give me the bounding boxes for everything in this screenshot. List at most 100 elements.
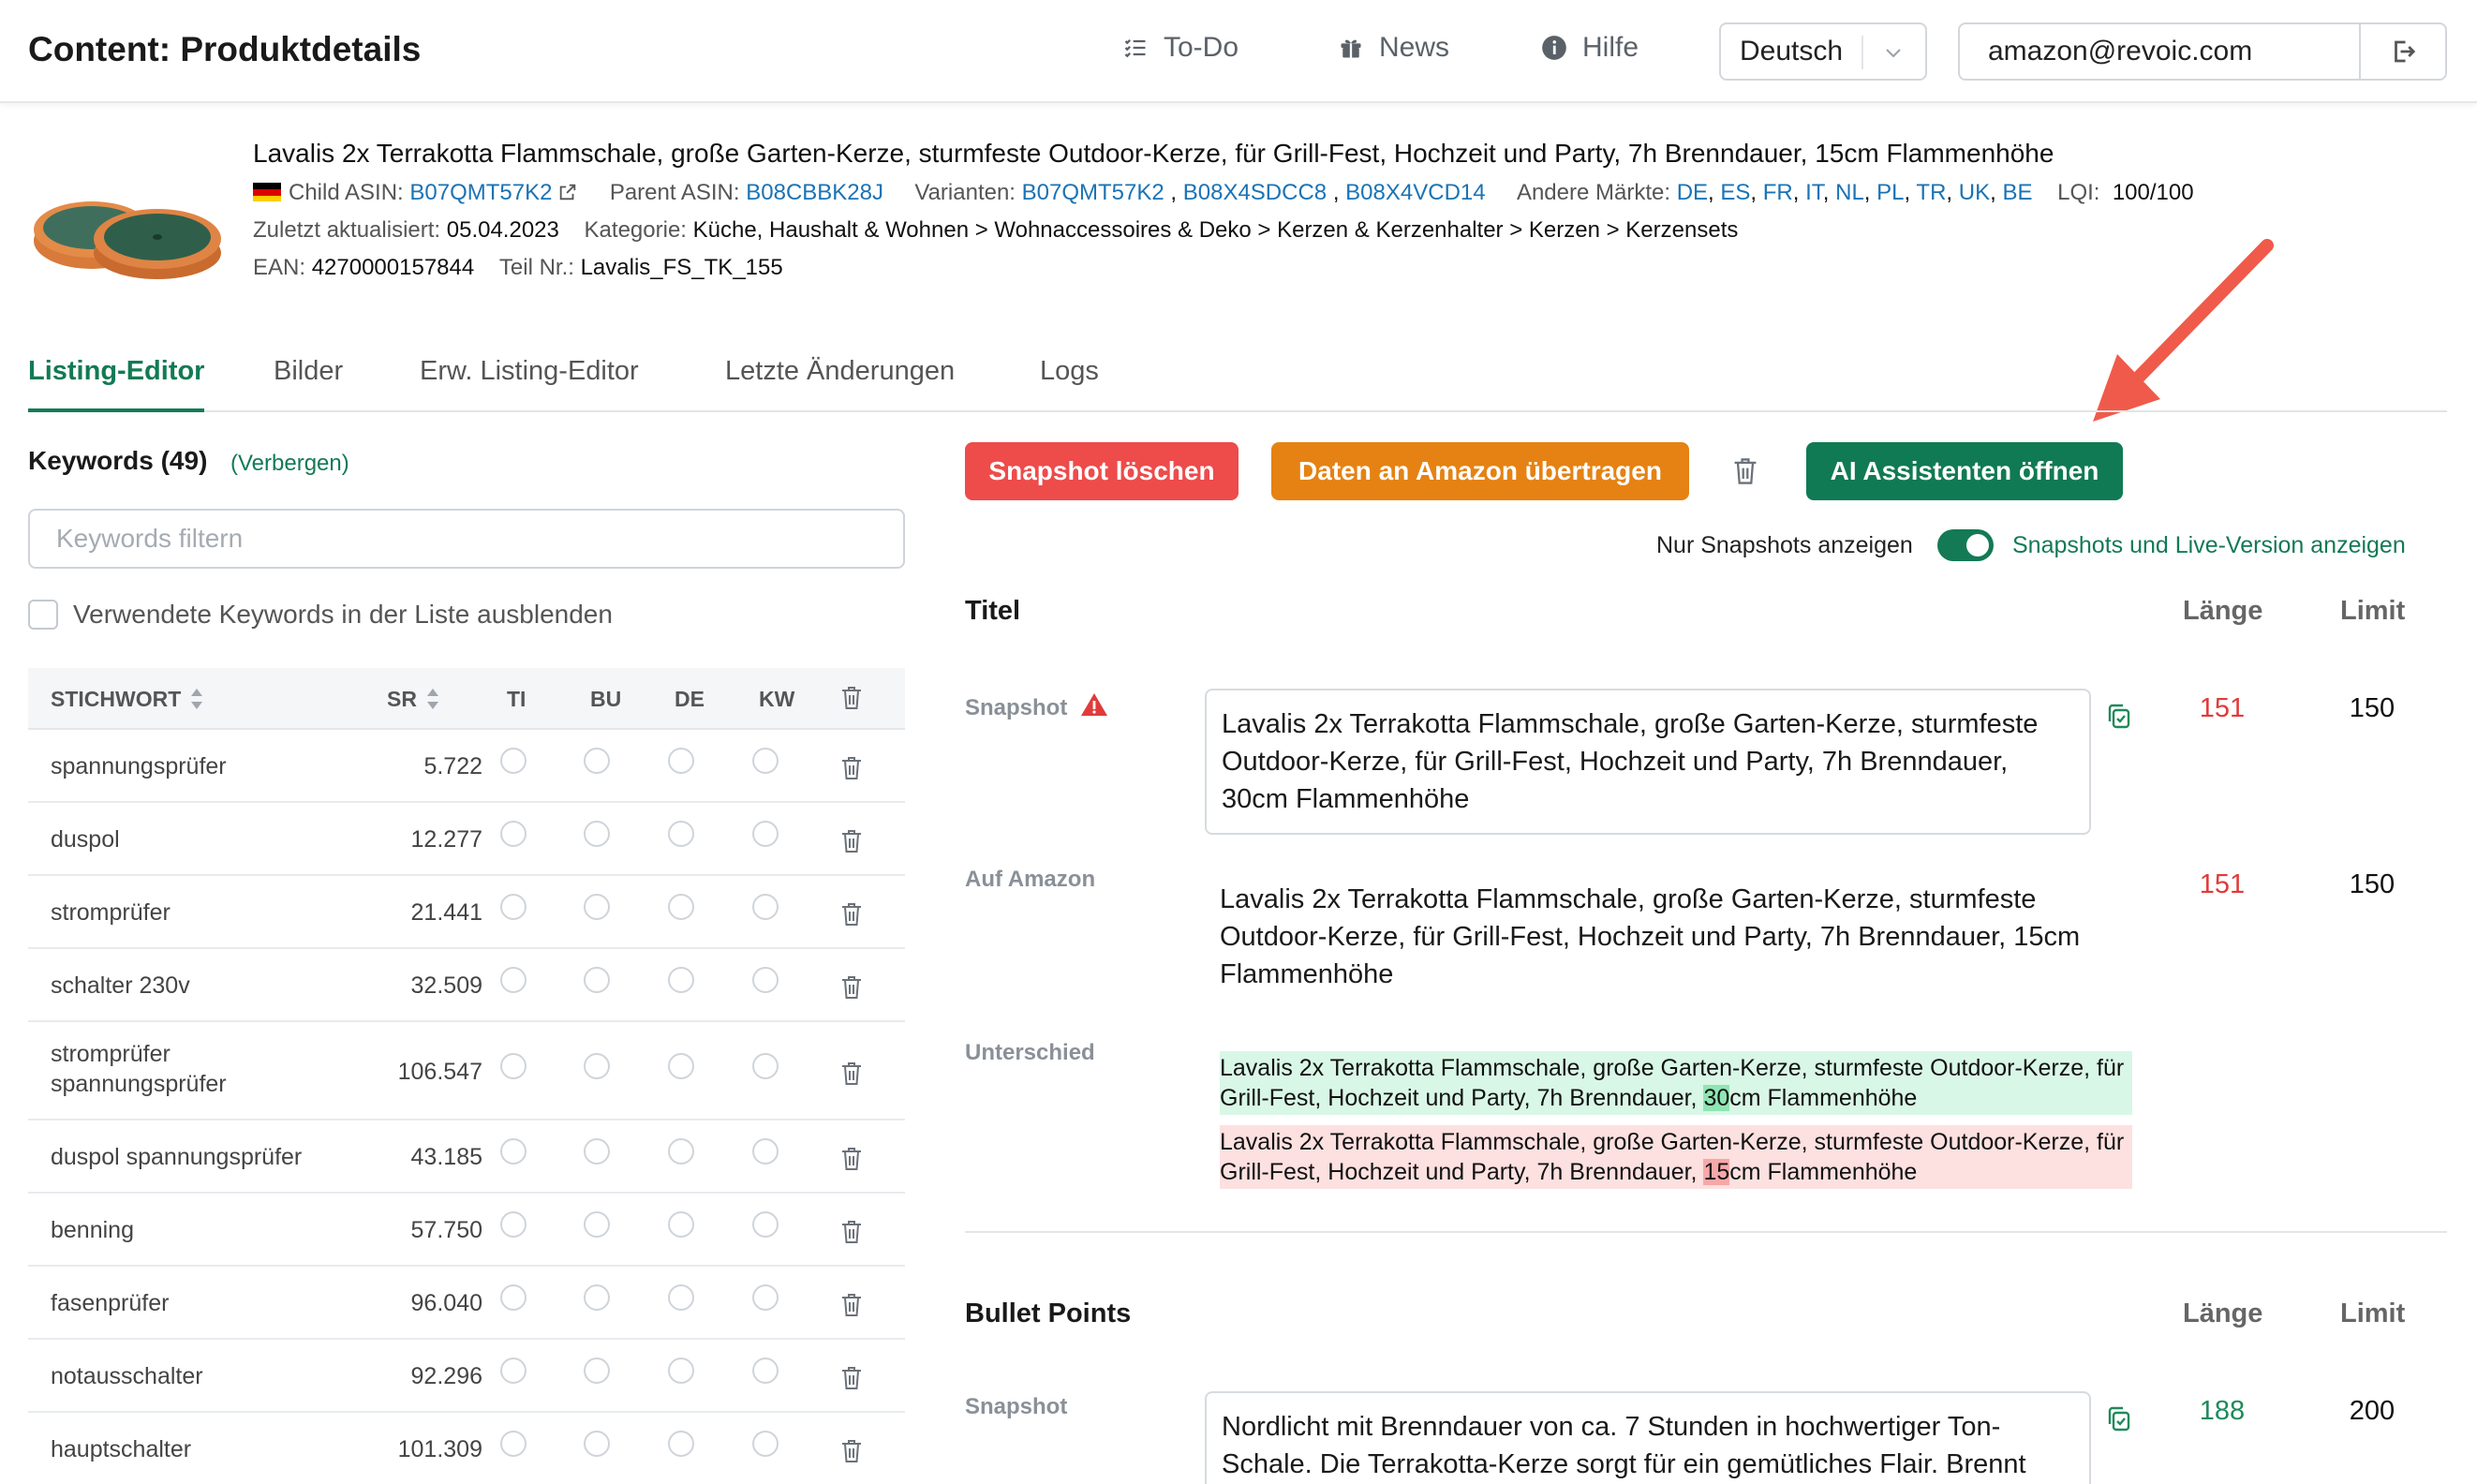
child-asin-link[interactable]: B07QMT57K2 [409,180,552,205]
table-row: spannungsprüfer 5.722 [28,730,905,803]
trash-icon[interactable] [840,755,863,781]
radio-bullets[interactable] [584,967,610,993]
radio-keywords[interactable] [752,1138,779,1165]
external-link-icon[interactable] [557,182,578,202]
radio-title[interactable] [500,821,527,847]
copy-icon[interactable] [2106,703,2132,731]
radio-title[interactable] [500,1431,527,1457]
market-link[interactable]: ES [1720,180,1750,205]
trash-icon[interactable] [840,1365,863,1391]
variant-link[interactable]: B08X4SDCC8 [1183,180,1327,205]
trash-icon[interactable] [840,1146,863,1172]
radio-description[interactable] [668,1358,694,1384]
radio-title[interactable] [500,1284,527,1311]
keywords-filter-input[interactable] [28,509,905,569]
market-link[interactable]: IT [1805,180,1823,205]
snapshot-view-toggle[interactable] [1937,529,1994,561]
radio-keywords[interactable] [752,821,779,847]
nav-todo[interactable]: To-Do [1122,32,1238,64]
radio-description[interactable] [668,967,694,993]
delete-snapshot-button[interactable]: Snapshot löschen [965,442,1238,500]
radio-title[interactable] [500,1052,527,1079]
send-to-amazon-button[interactable]: Daten an Amazon übertragen [1271,442,1689,500]
radio-keywords[interactable] [752,748,779,774]
tab-listing-editor[interactable]: Listing-Editor [28,356,205,412]
trash-icon[interactable] [840,1292,863,1318]
radio-description[interactable] [668,1431,694,1457]
length-column-header: Länge [2183,596,2263,626]
col-header-sr[interactable]: SR [387,687,441,712]
radio-title[interactable] [500,1138,527,1165]
nav-help[interactable]: Hilfe [1541,32,1639,64]
trash-icon[interactable] [1732,456,1758,486]
trash-icon[interactable] [840,1438,863,1464]
market-link[interactable]: UK [1959,180,1990,205]
radio-keywords[interactable] [752,894,779,920]
radio-bullets[interactable] [584,1284,610,1311]
tab-recent-changes[interactable]: Letzte Änderungen [725,356,955,412]
parent-asin-link[interactable]: B08CBBK28J [746,180,883,205]
market-link[interactable]: NL [1835,180,1864,205]
radio-bullets[interactable] [584,894,610,920]
radio-description[interactable] [668,1284,694,1311]
radio-description[interactable] [668,748,694,774]
radio-keywords[interactable] [752,1358,779,1384]
radio-description[interactable] [668,1211,694,1238]
hide-used-keywords-row[interactable]: Verwendete Keywords in der Liste ausblen… [28,600,613,630]
tab-logs[interactable]: Logs [1040,356,1099,412]
market-link[interactable]: BE [2002,180,2032,205]
trash-icon[interactable] [840,974,863,1001]
language-select[interactable]: Deutsch [1719,22,1927,81]
radio-description[interactable] [668,1138,694,1165]
title-snapshot-textbox[interactable]: Lavalis 2x Terrakotta Flammschale, große… [1205,689,2091,835]
trash-icon[interactable] [840,685,863,711]
keyword-cell: spannungsprüfer [51,753,227,779]
trash-icon[interactable] [840,828,863,854]
radio-title[interactable] [500,1211,527,1238]
tab-extended-listing-editor[interactable]: Erw. Listing-Editor [420,356,639,412]
radio-bullets[interactable] [584,748,610,774]
market-link[interactable]: PL [1876,180,1904,205]
trash-icon[interactable] [840,1219,863,1245]
child-asin-label: Child ASIN: [289,180,404,205]
toggle-left-label: Nur Snapshots anzeigen [1656,532,1913,558]
radio-title[interactable] [500,748,527,774]
radio-title[interactable] [500,967,527,993]
hide-used-keywords-checkbox[interactable] [28,600,58,630]
radio-description[interactable] [668,1052,694,1079]
variant-link[interactable]: B07QMT57K2 [1022,180,1164,205]
account-email-field[interactable]: amazon@revoic.com [1958,22,2447,81]
copy-icon[interactable] [2106,1405,2132,1433]
col-header-keyword[interactable]: STICHWORT [51,687,205,712]
radio-keywords[interactable] [752,967,779,993]
open-ai-assistant-button[interactable]: AI Assistenten öffnen [1806,442,2123,500]
radio-bullets[interactable] [584,1358,610,1384]
bullets-snapshot-textbox[interactable]: Nordlicht mit Brenndauer von ca. 7 Stund… [1205,1391,2091,1484]
radio-bullets[interactable] [584,821,610,847]
radio-bullets[interactable] [584,1211,610,1238]
radio-keywords[interactable] [752,1052,779,1079]
radio-description[interactable] [668,821,694,847]
market-link[interactable]: DE [1677,180,1708,205]
trash-icon[interactable] [840,901,863,928]
market-link[interactable]: FR [1763,180,1793,205]
radio-keywords[interactable] [752,1284,779,1311]
trash-icon[interactable] [840,1061,863,1087]
radio-keywords[interactable] [752,1211,779,1238]
radio-bullets[interactable] [584,1431,610,1457]
radio-title[interactable] [500,1358,527,1384]
radio-bullets[interactable] [584,1138,610,1165]
radio-keywords[interactable] [752,1431,779,1457]
radio-description[interactable] [668,894,694,920]
tab-bilder[interactable]: Bilder [274,356,343,412]
market-link[interactable]: TR [1916,180,1946,205]
keywords-hide-link[interactable]: (Verbergen) [230,451,349,477]
radio-title[interactable] [500,894,527,920]
logout-button[interactable] [2359,24,2445,79]
language-value: Deutsch [1740,36,1844,67]
radio-bullets[interactable] [584,1052,610,1079]
variant-link[interactable]: B08X4VCD14 [1345,180,1485,205]
nav-news[interactable]: News [1338,32,1449,64]
snapshot-row-label: Snapshot [965,691,1108,721]
col-header-de: DE [675,687,705,711]
